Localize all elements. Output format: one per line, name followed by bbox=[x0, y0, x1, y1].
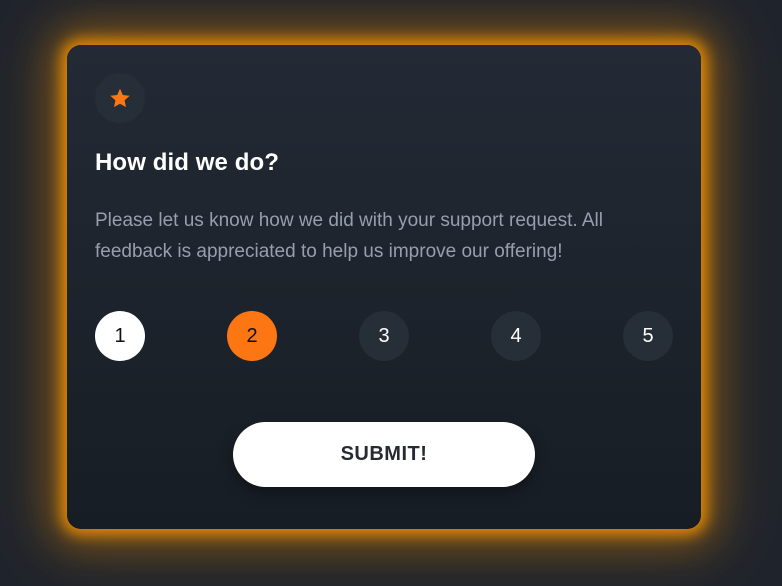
submit-button[interactable]: SUBMIT! bbox=[233, 422, 535, 487]
rating-card: How did we do? Please let us know how we… bbox=[67, 45, 701, 529]
page-background: How did we do? Please let us know how we… bbox=[0, 0, 782, 586]
rating-options: 1 2 3 4 5 bbox=[95, 311, 673, 361]
rating-option-5[interactable]: 5 bbox=[623, 311, 673, 361]
rating-option-1[interactable]: 1 bbox=[95, 311, 145, 361]
star-icon bbox=[110, 88, 130, 107]
rating-option-2[interactable]: 2 bbox=[227, 311, 277, 361]
card-description: Please let us know how we did with your … bbox=[95, 210, 603, 262]
card-title: How did we do? bbox=[95, 149, 280, 176]
rating-option-3[interactable]: 3 bbox=[359, 311, 409, 361]
rating-option-4[interactable]: 4 bbox=[491, 311, 541, 361]
star-badge bbox=[95, 73, 145, 123]
